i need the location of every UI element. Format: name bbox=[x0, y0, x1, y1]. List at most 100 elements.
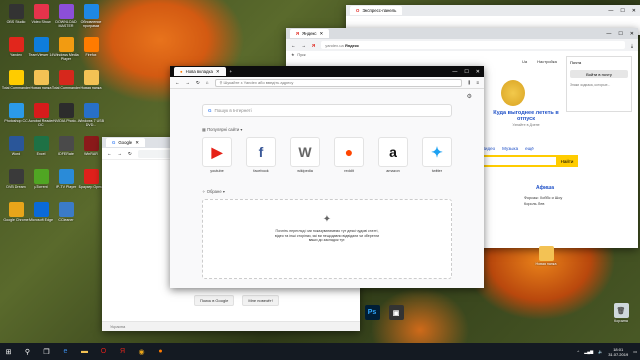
yandex-promo[interactable]: Куда выгоднее лететь в отпуск Узнайте в … bbox=[486, 110, 566, 127]
desktop-icon[interactable]: Windows Media Player bbox=[52, 37, 80, 61]
download-icon[interactable]: ⤓ bbox=[631, 43, 633, 48]
yandex-top-links: Ua Настройка bbox=[522, 59, 557, 64]
top-sites-header[interactable]: ▦ Популярні сайти ▾ bbox=[202, 127, 242, 132]
search-icon[interactable]: ⚲ bbox=[22, 346, 33, 357]
close-tab-icon[interactable]: ✕ bbox=[320, 31, 324, 37]
recycle-bin[interactable]: 🗑 Корзина bbox=[607, 303, 635, 323]
opera-taskbar-icon[interactable]: O bbox=[98, 346, 109, 357]
back-icon[interactable]: ← bbox=[175, 80, 180, 85]
yandex-tab[interactable]: Я Яндекс ✕ bbox=[290, 29, 330, 38]
nav-more[interactable]: ещё bbox=[525, 146, 534, 151]
login-button[interactable]: Войти в почту bbox=[570, 70, 628, 78]
top-site-tile[interactable]: f facebook bbox=[246, 137, 276, 173]
promo-subtitle: Узнайте в Дзене bbox=[512, 123, 540, 127]
home-icon[interactable]: ⌂ bbox=[206, 80, 209, 85]
forward-icon[interactable]: → bbox=[118, 151, 123, 156]
desktop-icon[interactable]: Обновление программ bbox=[77, 4, 105, 28]
yandex-taskbar-icon[interactable]: Я bbox=[117, 346, 128, 357]
promo-title[interactable]: Куда выгоднее лететь в отпуск bbox=[486, 110, 566, 122]
afisha-title[interactable]: Афиша bbox=[536, 185, 554, 191]
desktop-folder[interactable]: Новая папка bbox=[532, 246, 560, 266]
top-site-tile[interactable]: Wwikipedia bbox=[290, 137, 320, 173]
desktop-icon[interactable]: Windows 7 USB DVD... bbox=[77, 103, 105, 127]
language-link[interactable]: Ua bbox=[522, 59, 527, 64]
yandex-titlebar: Я Яндекс ✕ — ☐ ✕ bbox=[286, 28, 638, 39]
minimize-icon[interactable]: — bbox=[606, 31, 611, 37]
desktop-icon[interactable]: Новая папка bbox=[77, 70, 105, 90]
firefox-window-controls[interactable]: — ☐ ✕ bbox=[452, 69, 480, 75]
close-tab-icon[interactable]: ✕ bbox=[135, 140, 139, 146]
firefox-window[interactable]: ● Нова вкладка ✕ + — ☐ ✕ ← → ↻ ⌂ ⚲ Шукайте… bbox=[170, 66, 484, 288]
find-button[interactable]: Найти bbox=[556, 155, 578, 167]
explorer-taskbar-icon[interactable]: ▬ bbox=[79, 346, 90, 357]
app-icon bbox=[8, 169, 24, 184]
volume-icon[interactable]: 🔈 bbox=[598, 349, 603, 354]
network-icon[interactable]: ▂▄▆ bbox=[584, 349, 593, 354]
library-icon[interactable]: ⫼ bbox=[468, 80, 470, 85]
new-tab-icon[interactable]: + bbox=[230, 69, 233, 74]
desktop-icon[interactable]: WinRAR bbox=[77, 136, 105, 156]
close-tab-icon[interactable]: ✕ bbox=[216, 69, 220, 75]
firefox-tab[interactable]: ● Нова вкладка ✕ bbox=[174, 67, 226, 76]
menu-icon[interactable]: ≡ bbox=[476, 80, 479, 85]
minimize-icon[interactable]: — bbox=[452, 69, 457, 75]
chrome-tab[interactable]: G Google ✕ bbox=[106, 138, 145, 147]
app-icon bbox=[33, 70, 49, 85]
lucky-button[interactable]: Мне повезёт! bbox=[242, 295, 279, 306]
opera-tab[interactable]: O Экспресс-панель bbox=[350, 6, 403, 15]
top-site-tile[interactable]: ✦ twitter bbox=[422, 137, 452, 173]
web-search-input[interactable]: G Пошук в Інтернеті bbox=[202, 104, 452, 117]
forward-icon[interactable]: → bbox=[302, 43, 307, 48]
task-view-icon[interactable]: ❐ bbox=[41, 346, 52, 357]
maximize-icon[interactable]: ☐ bbox=[620, 8, 624, 14]
windows-start-icon[interactable]: ⊞ bbox=[3, 346, 14, 357]
opera-window-controls[interactable]: — ☐ ✕ bbox=[608, 8, 636, 14]
afisha-item[interactable]: Король Лев bbox=[524, 201, 562, 207]
app-icon bbox=[8, 37, 24, 52]
chevron-up-icon[interactable]: ^ bbox=[577, 349, 579, 354]
reload-icon[interactable]: ↻ bbox=[128, 151, 132, 157]
desktop-shortcut-app[interactable]: ▣ bbox=[382, 305, 410, 320]
login-tab[interactable]: Почта bbox=[570, 60, 628, 65]
top-site-tile[interactable]: ● reddit bbox=[334, 137, 364, 173]
firefox-url-field[interactable]: ⚲ Шукайте з Yandex або введіть адресу bbox=[214, 78, 463, 87]
nav-music[interactable]: Музыка bbox=[502, 146, 518, 151]
top-site-label: facebook bbox=[253, 169, 269, 173]
google-search-button[interactable]: Поиск в Google bbox=[194, 295, 235, 306]
yandex-search-input[interactable] bbox=[482, 155, 558, 167]
forward-icon[interactable]: → bbox=[186, 80, 191, 85]
firefox-taskbar-icon[interactable]: ● bbox=[155, 346, 166, 357]
settings-gear-icon[interactable]: ⚙ bbox=[467, 93, 472, 100]
close-icon[interactable]: ✕ bbox=[476, 69, 480, 75]
top-site-tile[interactable]: a amazon bbox=[378, 137, 408, 173]
top-site-tile[interactable]: ▶ youtube bbox=[202, 137, 232, 173]
desktop-icon[interactable]: Браузер Opera bbox=[77, 169, 105, 189]
maximize-icon[interactable]: ☐ bbox=[464, 69, 468, 75]
zodiac-ad-text[interactable]: Знаки зодиака, которые... bbox=[570, 83, 628, 87]
yandex-logo-icon[interactable]: Я bbox=[312, 43, 315, 48]
app-icon bbox=[58, 202, 74, 217]
close-icon[interactable]: ✕ bbox=[630, 31, 634, 37]
yandex-nav: Видео Музыка ещё bbox=[482, 146, 534, 151]
desktop-icon[interactable]: Firefox bbox=[77, 37, 105, 57]
reload-icon[interactable]: ↻ bbox=[196, 80, 200, 86]
back-icon[interactable]: ← bbox=[107, 151, 112, 156]
desktop-icon[interactable]: Acrobat Reader DC bbox=[27, 103, 55, 127]
chrome-taskbar-icon[interactable]: ◉ bbox=[136, 346, 147, 357]
edge-taskbar-icon[interactable]: e bbox=[60, 346, 71, 357]
back-icon[interactable]: ← bbox=[291, 43, 296, 48]
close-icon[interactable]: ✕ bbox=[632, 8, 636, 14]
maximize-icon[interactable]: ☐ bbox=[618, 31, 622, 37]
yandex-window-controls[interactable]: — ☐ ✕ bbox=[606, 31, 634, 37]
clock[interactable]: 18:01 31.07.2019 bbox=[608, 347, 628, 357]
notifications-icon[interactable]: ▭ bbox=[633, 349, 637, 354]
bookmark-label[interactable]: Пуск bbox=[297, 53, 305, 57]
opera-icon: O bbox=[356, 8, 360, 13]
desktop-icon[interactable]: CCleaner bbox=[52, 202, 80, 222]
settings-link[interactable]: Настройка bbox=[537, 59, 557, 64]
app-icon bbox=[83, 136, 99, 151]
highlights-header[interactable]: ✧ Обране ▾ bbox=[202, 189, 225, 194]
minimize-icon[interactable]: — bbox=[608, 8, 613, 14]
google-buttons: Поиск в Google Мне повезёт! bbox=[194, 295, 279, 306]
yandex-url-field[interactable]: yandex.ua Яндекс bbox=[321, 41, 625, 49]
